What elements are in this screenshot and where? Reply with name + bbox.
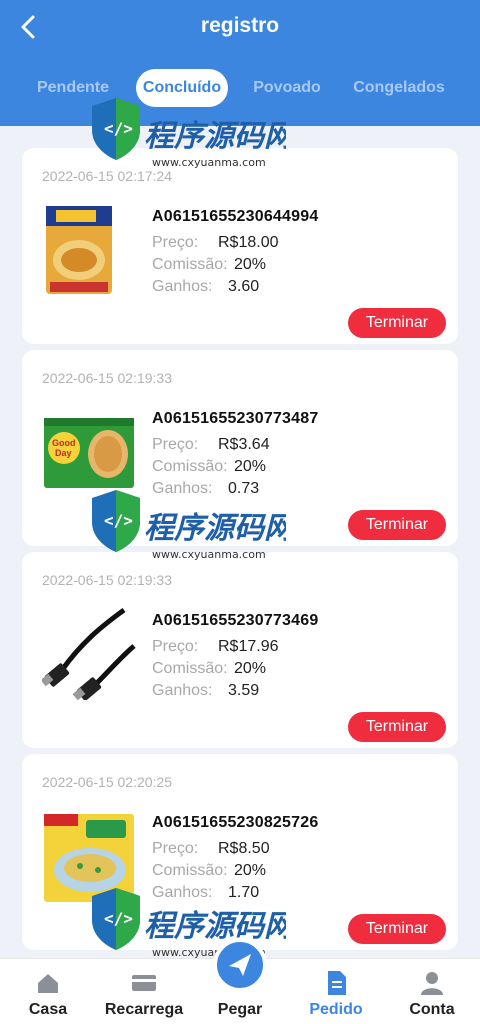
order-card: 2022-06-15 02:20:25 A06151655230825726 P… (22, 754, 458, 950)
page-title: registro (200, 14, 280, 37)
terminar-button[interactable]: Terminar (348, 914, 446, 944)
commission-value: 20% (234, 660, 267, 677)
price-value: R$18.00 (218, 234, 279, 251)
terminar-button[interactable]: Terminar (348, 510, 446, 540)
earnings-value: 3.60 (228, 278, 260, 295)
price-row: Preço: R$17.96 (152, 638, 279, 655)
svg-text:Day: Day (55, 448, 72, 458)
earnings-row: Ganhos: 3.60 (152, 278, 260, 295)
order-id: A06151655230825726 (152, 814, 319, 831)
nav-recarrega[interactable]: Recarrega (96, 959, 192, 1024)
nav-pedido[interactable]: Pedido (288, 959, 384, 1024)
header: registro Pendente Concluído Povoado Cong… (0, 0, 480, 126)
commission-row: Comissão: 20% (152, 458, 267, 475)
order-date: 2022-06-15 02:17:24 (42, 168, 172, 184)
home-icon (38, 974, 58, 993)
earnings-row: Ganhos: 1.70 (152, 884, 260, 901)
price-value: R$17.96 (218, 638, 279, 655)
terminar-button[interactable]: Terminar (348, 308, 446, 338)
order-card: 2022-06-15 02:19:33 A06151655230773469 P… (22, 552, 458, 748)
commission-row: Comissão: 20% (152, 862, 267, 879)
order-card: 2022-06-15 02:17:24 A06151655230644994 P… (22, 148, 458, 344)
product-image-hdmi-cable (40, 606, 136, 701)
price-value: R$3.64 (218, 436, 270, 453)
status-tabs: Pendente Concluído Povoado Congelados (0, 68, 480, 110)
svg-text:Good: Good (52, 438, 76, 448)
commission-row: Comissão: 20% (152, 256, 267, 273)
nav-casa[interactable]: Casa (0, 959, 96, 1024)
price-row: Preço: R$18.00 (152, 234, 279, 251)
order-date: 2022-06-15 02:19:33 (42, 572, 172, 588)
order-id: A06151655230773469 (152, 612, 319, 629)
order-date: 2022-06-15 02:20:25 (42, 774, 172, 790)
document-icon (328, 971, 346, 995)
nav-conta[interactable]: Conta (384, 959, 480, 1024)
earnings-value: 1.70 (228, 884, 260, 901)
commission-row: Comissão: 20% (152, 660, 267, 677)
order-id: A06151655230644994 (152, 208, 319, 225)
user-icon (421, 972, 443, 995)
commission-value: 20% (234, 458, 267, 475)
order-date: 2022-06-15 02:19:33 (42, 370, 172, 386)
pegar-center-button[interactable] (213, 938, 267, 992)
commission-value: 20% (234, 256, 267, 273)
send-icon (229, 954, 251, 976)
earnings-value: 0.73 (228, 480, 260, 497)
earnings-row: Ganhos: 0.73 (152, 480, 260, 497)
product-image-noodle-packet (42, 808, 136, 902)
commission-value: 20% (234, 862, 267, 879)
price-value: R$8.50 (218, 840, 270, 857)
card-icon (132, 975, 156, 991)
terminar-button[interactable]: Terminar (348, 712, 446, 742)
tab-pendente[interactable]: Pendente (28, 68, 118, 108)
tab-povoado[interactable]: Povoado (244, 68, 330, 108)
tab-congelados[interactable]: Congelados (346, 68, 452, 108)
price-row: Preço: R$8.50 (152, 840, 270, 857)
earnings-value: 3.59 (228, 682, 260, 699)
order-card: 2022-06-15 02:19:33 Good Day A0615165523… (22, 350, 458, 546)
order-id: A06151655230773487 (152, 410, 319, 427)
price-row: Preço: R$3.64 (152, 436, 270, 453)
tab-concluido[interactable]: Concluído (136, 69, 228, 107)
product-image-pasta-packet (42, 202, 136, 296)
earnings-row: Ganhos: 3.59 (152, 682, 260, 699)
product-image-biscuit-packet: Good Day (42, 404, 136, 498)
